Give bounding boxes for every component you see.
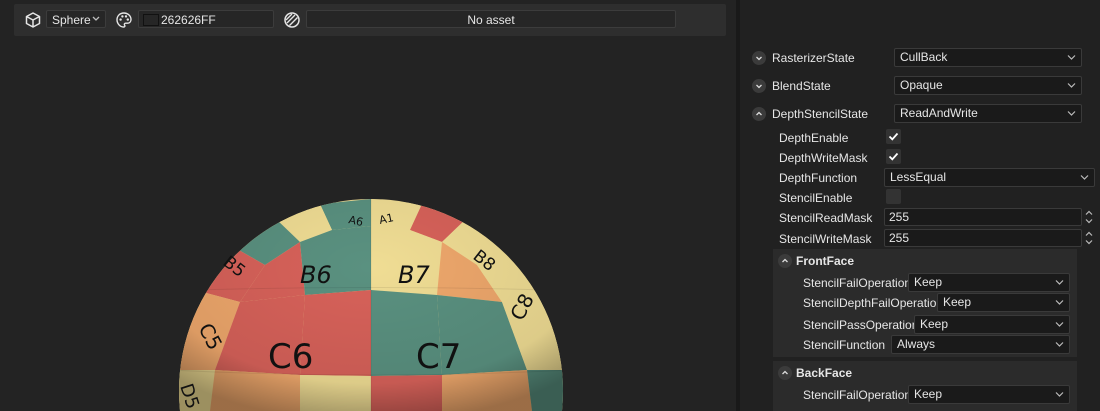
shape-dropdown[interactable]: Sphere	[46, 10, 106, 28]
front-stencil-fail-op-value: Keep	[914, 275, 943, 289]
spinner-arrows-icon	[1085, 231, 1093, 245]
preview-sphere: A6 A1 B5 B6 B7 B8 C5 C6 C7 C8 D5	[175, 199, 563, 411]
tile-label: B6	[300, 261, 332, 289]
stencil-write-mask-spinner[interactable]	[1084, 229, 1094, 247]
spinner-arrows-icon	[1085, 210, 1093, 224]
front-stencil-fail-op-label: StencilFailOperation	[803, 276, 912, 290]
front-stencil-fail-op-dropdown[interactable]: Keep	[908, 273, 1070, 292]
depth-stencil-state-dropdown[interactable]: ReadAndWrite	[894, 104, 1082, 123]
back-face-panel: BackFace StencilFailOperation Keep	[773, 361, 1077, 411]
chevron-down-icon	[1067, 83, 1076, 88]
chevron-down-icon	[1055, 280, 1064, 285]
depth-function-value: LessEqual	[890, 170, 947, 184]
back-stencil-fail-op-dropdown[interactable]: Keep	[908, 385, 1070, 404]
rasterizer-state-dropdown[interactable]: CullBack	[894, 48, 1082, 67]
chevron-down-icon	[1067, 111, 1076, 116]
front-stencil-depth-fail-op-value: Keep	[943, 295, 972, 309]
collapse-back-face-button[interactable]	[778, 366, 792, 380]
depth-stencil-state-value: ReadAndWrite	[900, 106, 978, 120]
preview-viewport[interactable]: Sphere 262626FF No asset A6 A1 B5 B6 B7 …	[0, 0, 736, 411]
chevron-up-icon	[782, 370, 788, 375]
chevron-down-icon	[1055, 392, 1064, 397]
chevron-down-icon	[1055, 342, 1064, 347]
shape-dropdown-value: Sphere	[52, 13, 91, 27]
asset-picker-value: No asset	[467, 13, 515, 27]
back-stencil-fail-op-value: Keep	[914, 387, 943, 401]
depth-function-dropdown[interactable]: LessEqual	[884, 168, 1095, 187]
stencil-read-mask-spinner[interactable]	[1084, 208, 1094, 226]
check-icon	[888, 132, 899, 141]
stencil-read-mask-label: StencilReadMask	[779, 211, 873, 225]
front-stencil-function-dropdown[interactable]: Always	[891, 335, 1070, 354]
background-color-field[interactable]: 262626FF	[138, 10, 274, 28]
tile-label: C7	[416, 337, 461, 377]
stencil-read-mask-input[interactable]: 255	[884, 208, 1082, 226]
chevron-down-icon	[756, 84, 762, 89]
stencil-write-mask-input[interactable]: 255	[884, 229, 1082, 247]
front-stencil-pass-op-dropdown[interactable]: Keep	[914, 315, 1070, 334]
chevron-up-icon	[756, 111, 762, 116]
stencil-write-mask-value: 255	[889, 231, 910, 245]
chevron-down-icon	[756, 56, 762, 61]
stencil-enable-checkbox[interactable]	[886, 189, 901, 204]
property-panel: RasterizerState CullBack BlendState Opaq…	[740, 0, 1100, 411]
chevron-up-icon	[782, 258, 788, 263]
cube-icon	[24, 11, 42, 29]
depth-write-mask-label: DepthWriteMask	[779, 151, 868, 165]
depth-write-mask-checkbox[interactable]	[886, 149, 901, 164]
depth-enable-label: DepthEnable	[779, 131, 849, 145]
stencil-enable-label: StencilEnable	[779, 191, 853, 205]
asset-picker[interactable]: No asset	[306, 10, 676, 28]
blend-state-value: Opaque	[900, 78, 943, 92]
depth-stencil-state-label: DepthStencilState	[772, 107, 869, 121]
collapse-front-face-button[interactable]	[778, 254, 792, 268]
check-icon	[888, 152, 899, 161]
chevron-down-icon	[91, 11, 101, 32]
front-stencil-function-value: Always	[897, 337, 936, 351]
depth-enable-checkbox[interactable]	[886, 129, 901, 144]
front-stencil-depth-fail-op-dropdown[interactable]: Keep	[937, 293, 1070, 312]
front-stencil-function-label: StencilFunction	[803, 338, 886, 352]
chevron-down-icon	[1067, 55, 1076, 60]
chevron-down-icon	[1055, 300, 1064, 305]
stencil-read-mask-value: 255	[889, 210, 910, 224]
expand-rasterizer-button[interactable]	[752, 51, 766, 65]
color-swatch	[143, 14, 159, 26]
depth-function-label: DepthFunction	[779, 171, 858, 185]
texture-icon	[283, 11, 301, 29]
stencil-write-mask-label: StencilWriteMask	[779, 232, 872, 246]
tile-label: B7	[398, 261, 430, 289]
front-stencil-pass-op-label: StencilPassOperation	[803, 318, 919, 332]
preview-toolbar: Sphere 262626FF No asset	[14, 4, 726, 36]
blend-state-dropdown[interactable]: Opaque	[894, 76, 1082, 95]
palette-icon	[115, 11, 133, 29]
front-stencil-depth-fail-op-label: StencilDepthFailOperation	[803, 296, 944, 310]
front-face-panel: FrontFace StencilFailOperation Keep Sten…	[773, 249, 1077, 357]
chevron-down-icon	[1080, 175, 1089, 180]
back-stencil-fail-op-label: StencilFailOperation	[803, 388, 912, 402]
rasterizer-state-value: CullBack	[900, 50, 948, 64]
tile-label: C6	[268, 337, 313, 377]
back-face-label: BackFace	[796, 366, 853, 380]
expand-blend-button[interactable]	[752, 79, 766, 93]
blend-state-label: BlendState	[772, 79, 831, 93]
front-stencil-pass-op-value: Keep	[920, 317, 949, 331]
front-face-label: FrontFace	[796, 254, 855, 268]
rasterizer-state-label: RasterizerState	[772, 51, 855, 65]
collapse-depth-stencil-button[interactable]	[752, 107, 766, 121]
chevron-down-icon	[1055, 322, 1064, 327]
background-color-value: 262626FF	[161, 13, 216, 27]
